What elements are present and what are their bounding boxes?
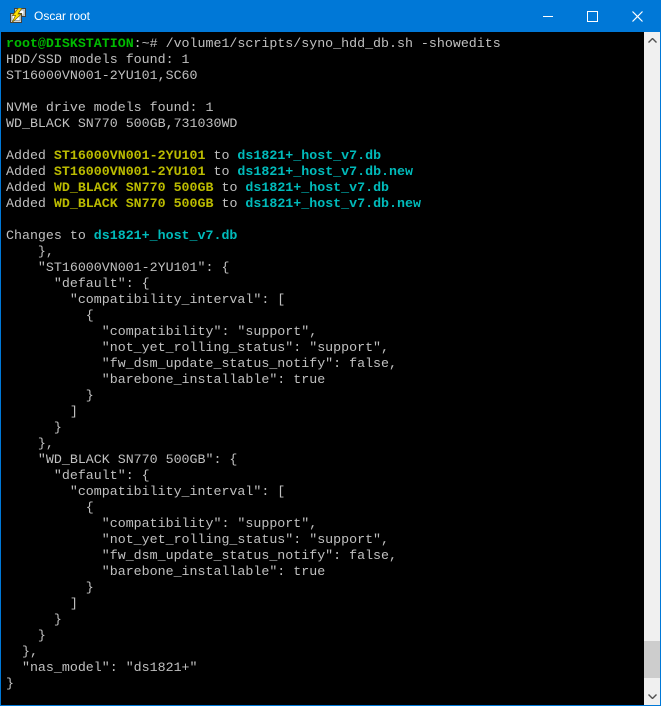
terminal-line: Added WD_BLACK SN770 500GB to ds1821+_ho… xyxy=(6,196,644,212)
terminal-line: ] xyxy=(6,404,644,420)
terminal-line: WD_BLACK SN770 500GB,731030WD xyxy=(6,116,644,132)
chevron-up-icon xyxy=(648,38,657,43)
window-controls xyxy=(525,0,660,32)
titlebar[interactable]: Oscar root xyxy=(1,0,660,32)
window-client: root@DISKSTATION:~# /volume1/scripts/syn… xyxy=(1,32,660,705)
terminal-line: Changes to ds1821+_host_v7.db xyxy=(6,228,644,244)
terminal-line: } xyxy=(6,628,644,644)
terminal-line xyxy=(6,132,644,148)
terminal-line: ST16000VN001-2YU101,SC60 xyxy=(6,68,644,84)
terminal-line: "barebone_installable": true xyxy=(6,372,644,388)
terminal-line: }, xyxy=(6,244,644,260)
terminal-line: "ST16000VN001-2YU101": { xyxy=(6,260,644,276)
terminal-line: "nas_model": "ds1821+" xyxy=(6,660,644,676)
terminal-line: } xyxy=(6,676,644,692)
terminal-line: NVMe drive models found: 1 xyxy=(6,100,644,116)
terminal-line: "compatibility_interval": [ xyxy=(6,292,644,308)
putty-window: Oscar root root@DISKSTATION:~# /volume1/… xyxy=(0,0,661,706)
maximize-icon xyxy=(587,11,598,22)
terminal-line: root@DISKSTATION:~# /volume1/scripts/syn… xyxy=(6,36,644,52)
minimize-button[interactable] xyxy=(525,0,570,32)
terminal-line: "not_yet_rolling_status": "support", xyxy=(6,532,644,548)
terminal-line: ] xyxy=(6,596,644,612)
terminal-line: "fw_dsm_update_status_notify": false, xyxy=(6,548,644,564)
terminal-line: Added ST16000VN001-2YU101 to ds1821+_hos… xyxy=(6,164,644,180)
terminal-line: "barebone_installable": true xyxy=(6,564,644,580)
scrollbar[interactable] xyxy=(644,32,660,705)
terminal-lines: root@DISKSTATION:~# /volume1/scripts/syn… xyxy=(6,36,644,692)
window-title: Oscar root xyxy=(34,9,90,23)
scrollbar-thumb[interactable] xyxy=(644,641,660,678)
maximize-button[interactable] xyxy=(570,0,615,32)
putty-app-icon xyxy=(10,8,26,24)
terminal-line: { xyxy=(6,308,644,324)
scroll-down-button[interactable] xyxy=(644,688,660,705)
chevron-down-icon xyxy=(648,694,657,699)
terminal-line: }, xyxy=(6,436,644,452)
terminal-line: "compatibility": "support", xyxy=(6,516,644,532)
minimize-icon xyxy=(543,16,553,17)
scroll-up-button[interactable] xyxy=(644,32,660,49)
close-icon xyxy=(632,11,643,22)
terminal-screen[interactable]: root@DISKSTATION:~# /volume1/scripts/syn… xyxy=(1,32,644,705)
terminal-line: "default": { xyxy=(6,468,644,484)
terminal-line: "compatibility": "support", xyxy=(6,324,644,340)
terminal-line xyxy=(6,212,644,228)
terminal-line: { xyxy=(6,500,644,516)
terminal-line: "WD_BLACK SN770 500GB": { xyxy=(6,452,644,468)
terminal-line: Added ST16000VN001-2YU101 to ds1821+_hos… xyxy=(6,148,644,164)
terminal-line: "fw_dsm_update_status_notify": false, xyxy=(6,356,644,372)
terminal-line xyxy=(6,84,644,100)
terminal-line: } xyxy=(6,420,644,436)
close-button[interactable] xyxy=(615,0,660,32)
terminal-line: "not_yet_rolling_status": "support", xyxy=(6,340,644,356)
terminal-line: HDD/SSD models found: 1 xyxy=(6,52,644,68)
terminal-line: Added WD_BLACK SN770 500GB to ds1821+_ho… xyxy=(6,180,644,196)
terminal-line: }, xyxy=(6,644,644,660)
terminal-line: "default": { xyxy=(6,276,644,292)
terminal-line: } xyxy=(6,612,644,628)
terminal-line: } xyxy=(6,388,644,404)
terminal-line: "compatibility_interval": [ xyxy=(6,484,644,500)
terminal-line: } xyxy=(6,580,644,596)
